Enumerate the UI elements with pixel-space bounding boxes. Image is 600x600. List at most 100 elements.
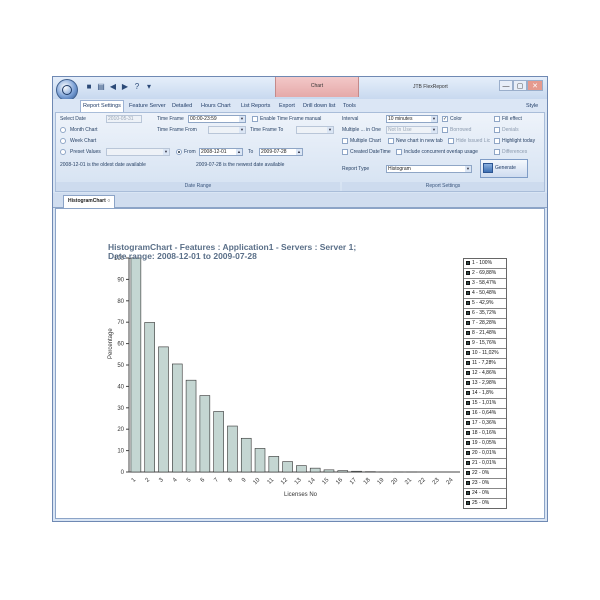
- legend-item: 2 - 69,88%: [464, 269, 506, 279]
- tab-list-reports[interactable]: List Reports: [239, 101, 272, 111]
- legend-swatch: [466, 361, 470, 365]
- legend-item: 14 - 1,8%: [464, 389, 506, 399]
- back-icon[interactable]: ◀: [109, 83, 117, 91]
- customize-toolbar-icon[interactable]: ▾: [145, 83, 153, 91]
- report-type-value: Histogram: [388, 166, 411, 172]
- month-chart-radio[interactable]: [60, 127, 66, 133]
- y-tick-label: 20: [117, 427, 124, 433]
- maximize-button[interactable]: ▢: [513, 80, 527, 91]
- tab-detailed[interactable]: Detailed: [170, 101, 194, 111]
- hide-issued-checkbox[interactable]: [448, 138, 454, 144]
- borrowed-label: Borrowed: [450, 127, 472, 133]
- interval-select[interactable]: 10 minutes ▼: [386, 115, 438, 123]
- from-date-value: 2008-12-01: [201, 149, 227, 155]
- histogram-bar: [282, 461, 293, 473]
- legend-label: 11 - 7,28%: [472, 360, 496, 366]
- legend-item: 1 - 100%: [464, 259, 506, 269]
- created-datetime-label: Created DateTime: [350, 149, 391, 155]
- time-frame-to-field[interactable]: ▼: [296, 126, 334, 134]
- time-frame-from-field[interactable]: ▼: [208, 126, 246, 134]
- multiple-chart-checkbox[interactable]: [342, 138, 348, 144]
- print-icon[interactable]: ▤: [97, 83, 105, 91]
- style-menu[interactable]: Style: [524, 101, 540, 111]
- time-frame-field[interactable]: 00:00-23:59 ▼: [188, 115, 246, 123]
- y-tick-label: 0: [121, 470, 125, 476]
- date-spinner-icon: ▲: [236, 149, 242, 155]
- x-tick-label: 23: [432, 477, 441, 486]
- chart-icon: [483, 163, 493, 173]
- include-overlap-label: Include concurrent overlap usage: [404, 149, 478, 155]
- tab-drill-down-list[interactable]: Drill down list: [301, 101, 337, 111]
- from-label: From: [184, 149, 196, 155]
- legend-swatch: [466, 411, 470, 415]
- legend-item: 15 - 1,01%: [464, 399, 506, 409]
- x-tick-label: 14: [308, 477, 317, 486]
- x-tick-label: 8: [227, 477, 234, 484]
- preset-values-select[interactable]: ▼: [106, 148, 170, 156]
- preset-values-radio[interactable]: [60, 149, 66, 155]
- minimize-button[interactable]: —: [499, 80, 513, 91]
- menu-bar: Report Settings Feature Server Detailed …: [53, 99, 547, 113]
- color-checkbox[interactable]: ✓: [442, 116, 448, 122]
- tab-histogram-chart[interactable]: HistogramChart ○: [63, 195, 116, 208]
- legend-label: 5 - 42,9%: [472, 300, 494, 306]
- month-chart-label: Month Chart: [70, 127, 98, 133]
- help-icon[interactable]: ?: [133, 83, 141, 91]
- legend-item: 21 - 0,01%: [464, 459, 506, 469]
- app-menu-button[interactable]: [56, 79, 78, 101]
- enable-time-frame-label: Enable Time Frame manual: [260, 116, 322, 122]
- week-chart-label: Week Chart: [70, 138, 97, 144]
- legend-swatch: [466, 311, 470, 315]
- highlight-today-checkbox[interactable]: [494, 138, 500, 144]
- histogram-bar: [227, 425, 238, 473]
- interval-value: 10 minutes: [388, 116, 413, 122]
- close-button[interactable]: ✕: [527, 80, 543, 91]
- forward-icon[interactable]: ▶: [121, 83, 129, 91]
- legend-item: 18 - 0,16%: [464, 429, 506, 439]
- legend-label: 21 - 0,01%: [472, 460, 497, 466]
- fill-effect-checkbox[interactable]: [494, 116, 500, 122]
- borrowed-checkbox[interactable]: [442, 127, 448, 133]
- differences-checkbox[interactable]: [494, 149, 500, 155]
- select-date-label: Select Date: [60, 116, 86, 122]
- denials-checkbox[interactable]: [494, 127, 500, 133]
- histogram-bar: [199, 395, 211, 473]
- histogram-bar: [323, 469, 335, 473]
- multiple-in-one-select[interactable]: Not In Use ▼: [386, 126, 438, 134]
- include-overlap-checkbox[interactable]: [396, 149, 402, 155]
- legend-item: 17 - 0,36%: [464, 419, 506, 429]
- report-type-label: Report Type: [342, 166, 370, 172]
- legend-label: 12 - 4,86%: [472, 370, 497, 376]
- select-date-field[interactable]: 2010-05-31: [106, 115, 142, 123]
- legend-swatch: [466, 481, 470, 485]
- legend-swatch: [466, 461, 470, 465]
- highlight-today-label: Highlight today: [502, 138, 536, 144]
- app-window: ■ ▤ ◀ ▶ ? ▾ Chart JTB FlexReport — ▢ ✕ R…: [52, 76, 548, 522]
- created-datetime-checkbox[interactable]: [342, 149, 348, 155]
- tab-export[interactable]: Export: [277, 101, 297, 111]
- tab-tools[interactable]: Tools: [341, 101, 358, 111]
- context-tab-chart: Chart: [275, 77, 359, 97]
- week-chart-radio[interactable]: [60, 138, 66, 144]
- enable-time-frame-checkbox[interactable]: [252, 116, 258, 122]
- generate-chart-button[interactable]: Generate Chart: [480, 159, 528, 188]
- new-chart-new-tab-checkbox[interactable]: [388, 138, 394, 144]
- from-date-field[interactable]: 2008-12-01 ▲: [199, 148, 243, 156]
- new-chart-new-tab-label: New chart in new tab: [396, 138, 443, 144]
- legend-item: 25 - 0%: [464, 499, 506, 508]
- tab-feature-server[interactable]: Feature Server: [127, 101, 168, 111]
- time-frame-from-label: Time Frame From: [157, 127, 197, 133]
- legend-label: 4 - 50,48%: [472, 290, 497, 296]
- legend-swatch: [466, 351, 470, 355]
- histogram-bar: [268, 456, 280, 473]
- tab-hours-chart[interactable]: Hours Chart: [199, 101, 233, 111]
- legend-label: 18 - 0,16%: [472, 430, 497, 436]
- report-type-select[interactable]: Histogram ▼: [386, 165, 472, 173]
- to-date-field[interactable]: 2009-07-28 ▲: [259, 148, 303, 156]
- close-tab-icon[interactable]: ○: [107, 198, 110, 204]
- x-tick-label: 24: [446, 477, 455, 486]
- from-radio[interactable]: [176, 149, 182, 155]
- legend-label: 19 - 0,05%: [472, 440, 497, 446]
- legend-swatch: [466, 501, 470, 505]
- save-icon[interactable]: ■: [85, 83, 93, 91]
